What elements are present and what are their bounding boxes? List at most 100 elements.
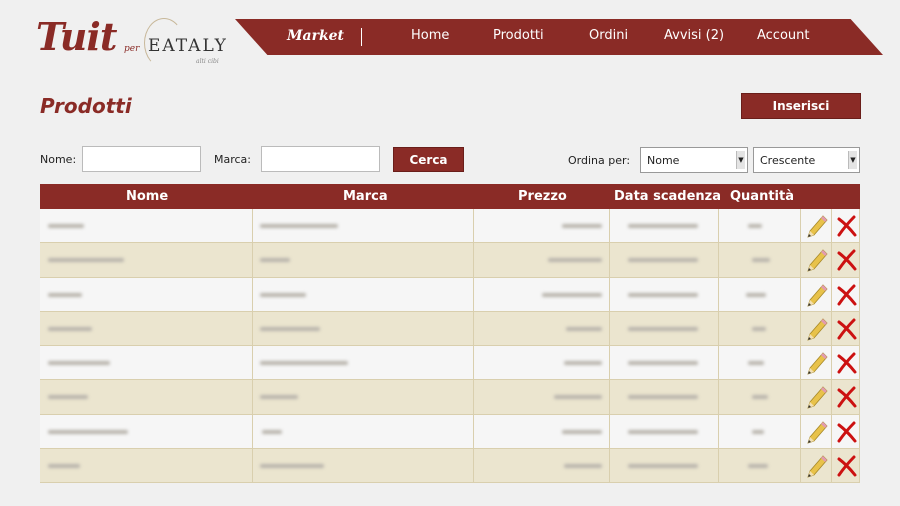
nav-item-avvisi[interactable]: Avvisi (2) (664, 28, 724, 43)
blurred-cell-value (746, 292, 766, 297)
blurred-cell-value (564, 361, 602, 366)
table-row (40, 311, 860, 347)
nav-item-prodotti[interactable]: Prodotti (493, 28, 544, 43)
nav-divider (361, 28, 362, 46)
pencil-icon[interactable] (804, 419, 830, 445)
pencil-icon[interactable] (804, 282, 830, 308)
blurred-cell-value (628, 292, 698, 297)
blurred-cell-value (542, 292, 602, 297)
name-filter-input[interactable] (82, 146, 201, 172)
select-arrow-icon: ▼ (736, 151, 745, 169)
insert-button[interactable]: Inserisci (741, 93, 861, 119)
blurred-cell-value (562, 224, 602, 228)
logo-per: per (124, 44, 140, 54)
blurred-cell-value (752, 326, 766, 331)
blurred-cell-value (748, 464, 768, 469)
nav-item-ordini[interactable]: Ordini (589, 28, 628, 43)
table-row (40, 243, 860, 278)
x-icon[interactable] (834, 316, 860, 342)
blurred-cell-value (48, 326, 92, 331)
blurred-cell-value (752, 429, 764, 434)
table-row (40, 277, 860, 312)
pencil-icon[interactable] (804, 453, 830, 479)
search-button[interactable]: Cerca (393, 147, 464, 172)
blurred-cell-value (562, 429, 602, 434)
logo-tagline: alti cibi (196, 58, 219, 65)
blurred-cell-value (48, 429, 128, 434)
blurred-cell-value (554, 395, 602, 400)
pencil-icon[interactable] (804, 316, 830, 342)
x-icon[interactable] (834, 247, 860, 273)
table-header: Nome Marca Prezzo Data scadenza Quantità (40, 184, 860, 209)
blurred-cell-value (260, 326, 320, 331)
blurred-cell-value (628, 464, 698, 469)
blurred-cell-value (628, 224, 698, 228)
blurred-cell-value (262, 429, 282, 434)
table-row (40, 380, 860, 415)
x-icon[interactable] (834, 384, 860, 410)
brand-filter-input[interactable] (261, 146, 380, 172)
sort-order-select[interactable]: Crescente ▼ (753, 147, 860, 173)
table-cell (253, 414, 474, 449)
blurred-cell-value (260, 258, 290, 263)
blurred-cell-value (628, 395, 698, 400)
blurred-cell-value (628, 361, 698, 366)
logo-tuit: Tuit (36, 14, 117, 59)
blurred-cell-value (48, 258, 124, 263)
sort-order-value: Crescente (760, 154, 816, 167)
blurred-cell-value (260, 292, 306, 297)
blurred-cell-value (48, 361, 110, 366)
header-marca[interactable]: Marca (343, 189, 388, 204)
x-icon[interactable] (834, 453, 860, 479)
blurred-cell-value (548, 258, 602, 263)
table-row (40, 346, 860, 381)
logo[interactable]: Tuit per EATALY alti cibi (36, 14, 236, 70)
x-icon[interactable] (834, 350, 860, 376)
table-row (40, 449, 860, 484)
header-prezzo[interactable]: Prezzo (518, 189, 567, 204)
blurred-cell-value (752, 258, 770, 263)
blurred-cell-value (628, 429, 698, 434)
blurred-cell-value (48, 464, 80, 469)
x-icon[interactable] (834, 213, 860, 239)
sort-field-select[interactable]: Nome ▼ (640, 147, 748, 173)
x-icon[interactable] (834, 419, 860, 445)
blurred-cell-value (748, 224, 762, 228)
blurred-cell-value (260, 224, 338, 228)
select-arrow-icon: ▼ (848, 151, 857, 169)
name-filter-label: Nome: (40, 153, 77, 166)
pencil-icon[interactable] (804, 384, 830, 410)
blurred-cell-value (748, 361, 764, 366)
table-row (40, 414, 860, 450)
blurred-cell-value (752, 395, 768, 400)
sort-field-value: Nome (647, 154, 680, 167)
blurred-cell-value (566, 326, 602, 331)
nav-section-market[interactable]: Market (287, 28, 344, 44)
blurred-cell-value (628, 326, 698, 331)
page-title: Prodotti (40, 94, 132, 118)
header-data-scadenza[interactable]: Data scadenza (614, 189, 721, 204)
products-table: Nome Marca Prezzo Data scadenza Quantità (40, 184, 860, 484)
blurred-cell-value (48, 224, 84, 228)
nav-item-account[interactable]: Account (757, 28, 810, 43)
main-navbar: Market Home Prodotti Ordini Avvisi (2) A… (235, 19, 883, 55)
header-nome[interactable]: Nome (126, 189, 168, 204)
blurred-cell-value (260, 464, 324, 469)
blurred-cell-value (48, 292, 82, 297)
pencil-icon[interactable] (804, 247, 830, 273)
header-quantita[interactable]: Quantità (730, 189, 794, 204)
sort-label: Ordina per: (568, 154, 631, 167)
logo-eataly: EATALY (148, 36, 228, 56)
table-row (40, 209, 860, 244)
brand-filter-label: Marca: (214, 153, 252, 166)
blurred-cell-value (260, 395, 298, 400)
table-body (40, 209, 860, 484)
pencil-icon[interactable] (804, 350, 830, 376)
blurred-cell-value (260, 361, 348, 366)
x-icon[interactable] (834, 282, 860, 308)
nav-item-home[interactable]: Home (411, 28, 449, 43)
blurred-cell-value (628, 258, 698, 263)
pencil-icon[interactable] (804, 213, 830, 239)
blurred-cell-value (564, 464, 602, 469)
blurred-cell-value (48, 395, 88, 400)
